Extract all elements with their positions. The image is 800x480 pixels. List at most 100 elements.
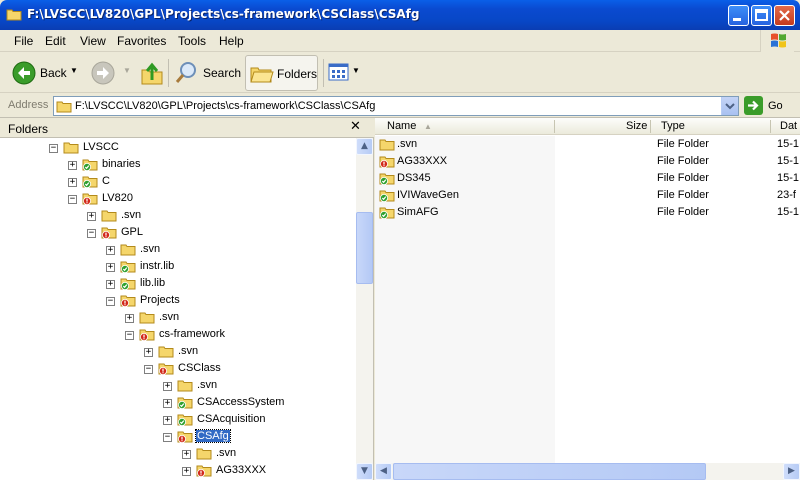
tree-node-label: lib.lib (140, 277, 166, 289)
file-type: File Folder (657, 189, 709, 201)
tree-node[interactable]: + AG33XXX (0, 463, 356, 480)
views-button[interactable]: ▼ (328, 62, 360, 84)
tree-node[interactable]: − LV820 (0, 191, 356, 208)
list-item[interactable]: SimAFG File Folder 15-1 (375, 204, 800, 221)
list-item[interactable]: IVIWaveGen File Folder 23-f (375, 187, 800, 204)
tree-node[interactable]: + binaries (0, 157, 356, 174)
tree-node[interactable]: + .svn (0, 378, 356, 395)
list-item[interactable]: DS345 File Folder 15-1 (375, 170, 800, 187)
address-bar: Address F:\LVSCC\LV820\GPL\Projects\cs-f… (0, 94, 800, 118)
tree-node[interactable]: + lib.lib (0, 276, 356, 293)
tree-node[interactable]: + CSAcquisition (0, 412, 356, 429)
collapse-icon[interactable]: − (68, 195, 77, 204)
expand-icon[interactable]: + (144, 348, 153, 357)
tree-node[interactable]: − GPL (0, 225, 356, 242)
title-bar[interactable]: F:\LVSCC\LV820\GPL\Projects\cs-framework… (0, 0, 800, 30)
tree-node-label: cs-framework (159, 328, 226, 340)
back-button[interactable]: Back ▼ (12, 61, 82, 85)
tree-node[interactable]: − cs-framework (0, 327, 356, 344)
list-horizontal-scrollbar[interactable]: ◀ ▶ (375, 463, 800, 480)
menu-bar: File Edit View Favorites Tools Help (0, 30, 800, 52)
windows-logo (760, 30, 794, 52)
forward-dropdown-icon[interactable]: ▼ (123, 66, 131, 75)
collapse-icon[interactable]: − (125, 331, 134, 340)
expand-icon[interactable]: + (106, 263, 115, 272)
list-item[interactable]: .svn File Folder 15-1 (375, 136, 800, 153)
expand-icon[interactable]: + (163, 382, 172, 391)
tree-node-label: AG33XXX (216, 464, 267, 476)
menu-edit[interactable]: Edit (45, 34, 66, 48)
collapse-icon[interactable]: − (106, 297, 115, 306)
folders-pane-header: Folders ✕ (0, 118, 374, 138)
tree-node[interactable]: − CSClass (0, 361, 356, 378)
expand-icon[interactable]: + (87, 212, 96, 221)
tree-node-label: .svn (197, 379, 218, 391)
menu-file[interactable]: File (14, 34, 33, 48)
tree-node[interactable]: − Projects (0, 293, 356, 310)
folders-pane: Folders ✕ − LVSCC + binaries + C − LV820 + .svn − G… (0, 118, 374, 480)
up-folder-button[interactable] (140, 60, 164, 86)
tree-node[interactable]: + .svn (0, 208, 356, 225)
views-icon (328, 63, 349, 81)
expand-icon[interactable]: + (163, 416, 172, 425)
collapse-icon[interactable]: − (87, 229, 96, 238)
expand-icon[interactable]: + (106, 280, 115, 289)
svn-modified-folder-icon (177, 431, 193, 443)
maximize-icon (755, 9, 768, 21)
column-type[interactable]: Type (661, 120, 685, 132)
search-button[interactable]: Search (174, 60, 241, 86)
address-dropdown-button[interactable] (721, 97, 738, 115)
maximize-button[interactable] (751, 5, 772, 26)
tree-node[interactable]: − LVSCC (0, 140, 356, 157)
expand-icon[interactable]: + (68, 178, 77, 187)
folders-button[interactable]: Folders (245, 55, 318, 91)
scroll-left-icon[interactable]: ◀ (375, 463, 392, 480)
expand-icon[interactable]: + (106, 246, 115, 255)
scroll-down-icon[interactable]: ▼ (356, 463, 373, 480)
file-name: AG33XXX (397, 155, 448, 167)
tree-node[interactable]: + .svn (0, 310, 356, 327)
tree-node[interactable]: − CSAfg (0, 429, 356, 446)
column-name[interactable]: Name (387, 120, 416, 132)
expand-icon[interactable]: + (182, 450, 191, 459)
collapse-icon[interactable]: − (163, 433, 172, 442)
collapse-icon[interactable]: − (49, 144, 58, 153)
go-button[interactable]: Go (744, 96, 794, 116)
expand-icon[interactable]: + (182, 467, 191, 476)
expand-icon[interactable]: + (163, 399, 172, 408)
tree-node[interactable]: + .svn (0, 446, 356, 463)
forward-button[interactable]: ▼ (91, 61, 131, 85)
close-pane-icon[interactable]: ✕ (350, 119, 361, 134)
svn-normal-folder-icon (120, 261, 136, 273)
tree-node[interactable]: + C (0, 174, 356, 191)
column-date[interactable]: Dat (780, 120, 797, 132)
scroll-thumb[interactable] (356, 212, 373, 284)
address-input[interactable]: F:\LVSCC\LV820\GPL\Projects\cs-framework… (53, 96, 739, 116)
menu-favorites[interactable]: Favorites (117, 34, 166, 48)
file-type: File Folder (657, 155, 709, 167)
expand-icon[interactable]: + (68, 161, 77, 170)
collapse-icon[interactable]: − (144, 365, 153, 374)
scroll-up-icon[interactable]: ▲ (356, 138, 373, 155)
tree-node[interactable]: + CSAccessSystem (0, 395, 356, 412)
file-type: File Folder (657, 138, 709, 150)
back-dropdown-icon[interactable]: ▼ (70, 66, 78, 75)
svn-normal-folder-icon (379, 190, 395, 202)
views-dropdown-icon[interactable]: ▼ (352, 66, 360, 75)
close-button[interactable] (774, 5, 795, 26)
file-name: IVIWaveGen (397, 189, 459, 201)
tree-node[interactable]: + instr.lib (0, 259, 356, 276)
menu-view[interactable]: View (80, 34, 106, 48)
minimize-button[interactable] (728, 5, 749, 26)
menu-tools[interactable]: Tools (178, 34, 206, 48)
expand-icon[interactable]: + (125, 314, 134, 323)
h-scroll-thumb[interactable] (393, 463, 706, 480)
tree-node[interactable]: + .svn (0, 242, 356, 259)
tree-node[interactable]: + .svn (0, 344, 356, 361)
tree-vertical-scrollbar[interactable]: ▲ ▼ (356, 138, 373, 480)
list-item[interactable]: AG33XXX File Folder 15-1 (375, 153, 800, 170)
menu-help[interactable]: Help (219, 34, 244, 48)
scroll-right-icon[interactable]: ▶ (783, 463, 800, 480)
column-size[interactable]: Size (626, 120, 647, 132)
tree-node-label: .svn (216, 447, 237, 459)
